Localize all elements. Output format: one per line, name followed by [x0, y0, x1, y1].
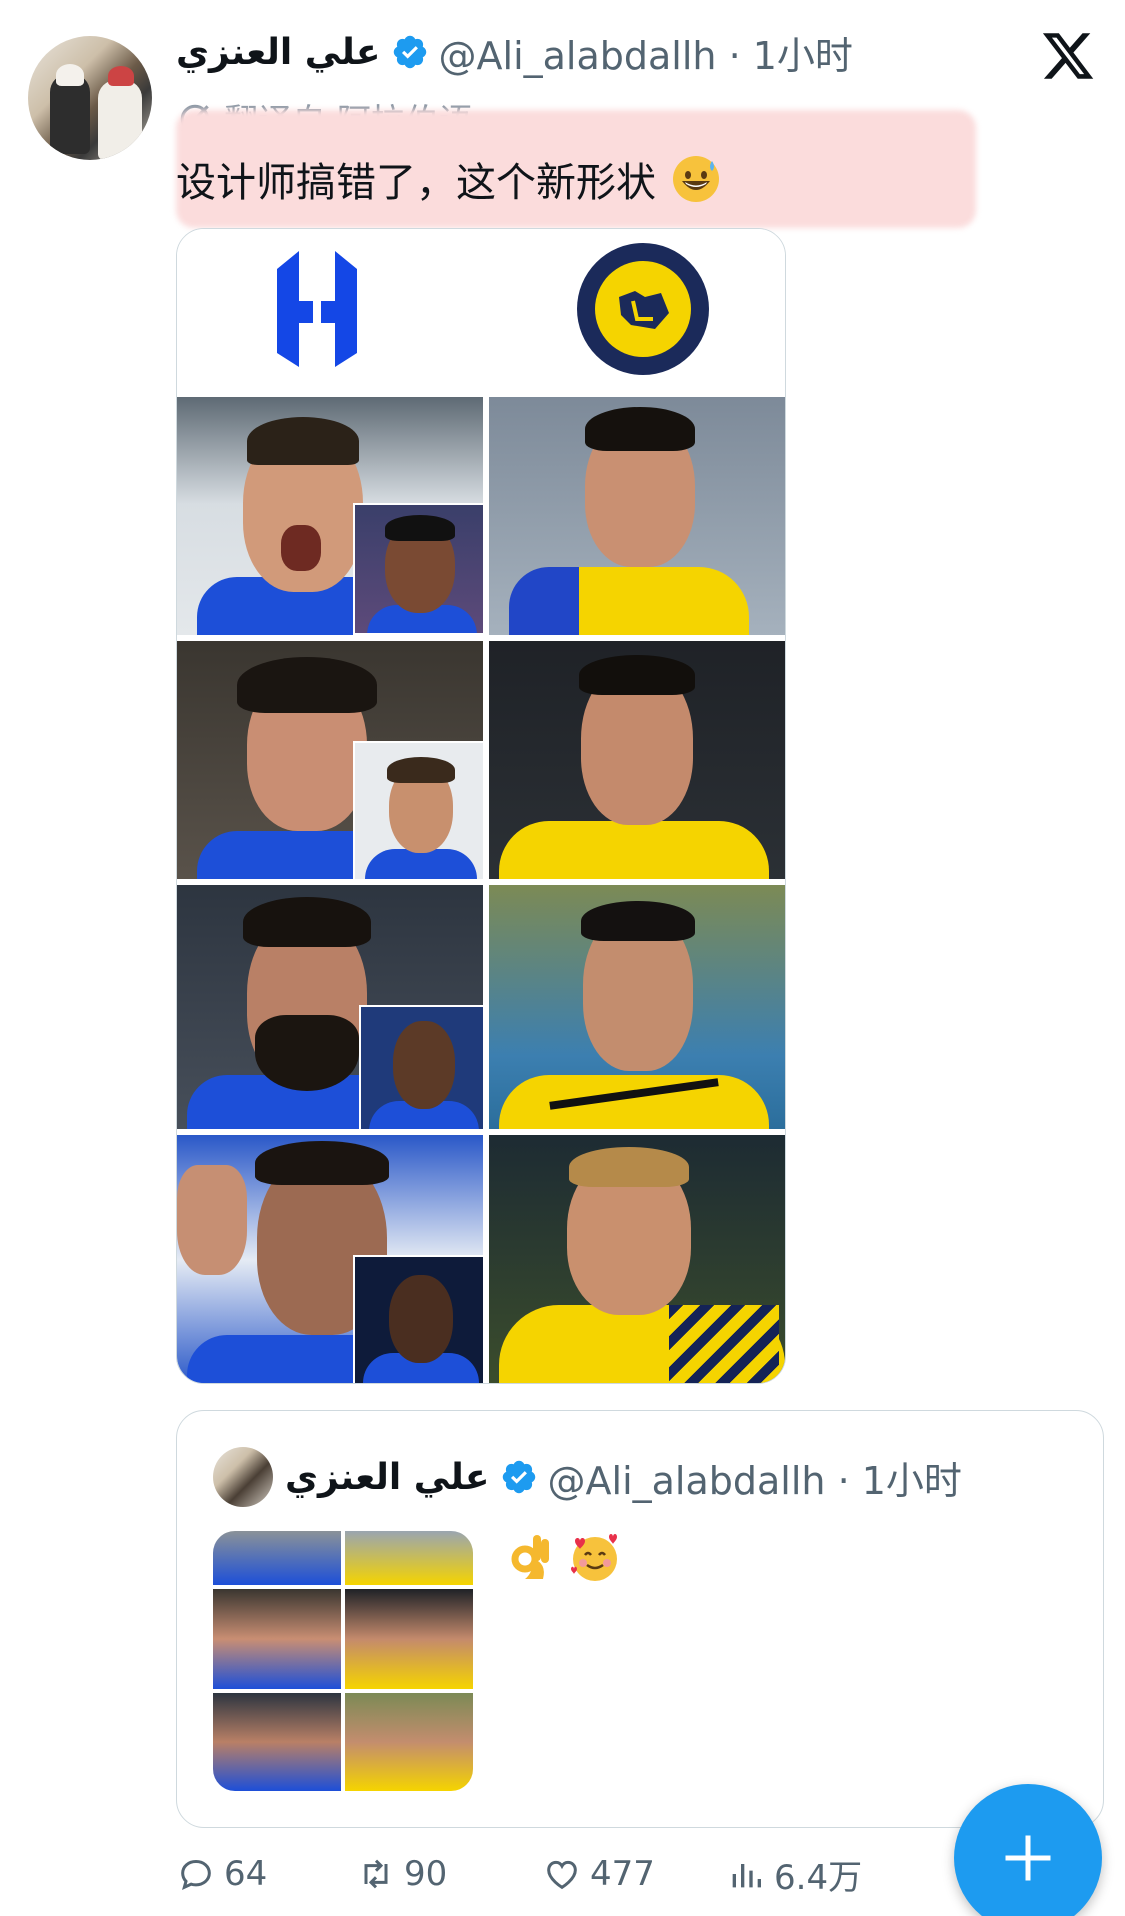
quoted-author-avatar[interactable]	[213, 1447, 273, 1507]
author-avatar[interactable]	[28, 36, 152, 160]
avatar-figure	[98, 80, 142, 160]
al-hilal-logo	[277, 251, 357, 367]
thumb-ronaldo	[345, 1531, 473, 1585]
repost-count: 90	[404, 1854, 448, 1894]
post-media-image[interactable]	[176, 228, 786, 1384]
heart-icon	[547, 1860, 577, 1890]
hilal-player-inset	[353, 1255, 485, 1383]
author-display-name[interactable]: علي العنزي	[176, 32, 381, 73]
quoted-post-emojis	[503, 1529, 623, 1585]
smiling-face-with-hearts-emoji-icon	[571, 1534, 617, 1581]
verified-badge-icon	[502, 1460, 535, 1494]
views-button[interactable]: 6.4万	[726, 1850, 862, 1899]
thumb-hilal-player	[213, 1531, 341, 1585]
post-text-content: 设计师搞错了，这个新形状	[176, 160, 656, 206]
grinning-sweat-emoji-icon	[673, 156, 719, 202]
ronaldo-photo	[489, 885, 785, 1129]
view-count: 6.4万	[774, 1857, 863, 1898]
plus-icon	[1005, 1835, 1051, 1881]
repost-button[interactable]: 90	[356, 1854, 447, 1894]
al-nassr-logo	[577, 243, 709, 375]
hilal-player-inset	[353, 741, 485, 881]
avatar-figure	[50, 74, 90, 154]
x-logo-icon[interactable]	[1040, 28, 1096, 84]
thumb-hilal-player	[213, 1693, 341, 1791]
quoted-author-handle-time[interactable]: @Ali_alabdallh · 1小时	[548, 1450, 962, 1505]
quoted-post-card[interactable]: علي العنزي @Ali_alabdallh · 1小时	[176, 1410, 1104, 1828]
ronaldo-photo	[489, 1135, 785, 1383]
hilal-player-inset	[359, 1005, 485, 1131]
reply-button[interactable]: 64	[176, 1854, 267, 1894]
post-text: 设计师搞错了，这个新形状	[176, 150, 722, 208]
like-count: 477	[590, 1854, 655, 1894]
avatar-figure-head	[56, 64, 84, 86]
quoted-author-display-name[interactable]: علي العنزي	[285, 1457, 490, 1498]
thumb-ronaldo	[345, 1589, 473, 1689]
like-button[interactable]: 477	[542, 1854, 655, 1894]
ok-hand-emoji-icon	[511, 1535, 549, 1579]
quoted-post-media-thumbnail[interactable]	[213, 1531, 473, 1791]
views-icon	[732, 1864, 761, 1888]
repost-icon	[364, 1859, 388, 1889]
reply-icon	[181, 1859, 211, 1891]
verified-badge-icon	[393, 35, 426, 69]
avatar-figure-head	[108, 66, 134, 86]
ronaldo-photo	[489, 641, 785, 879]
thumb-hilal-player	[213, 1589, 341, 1689]
author-handle-time[interactable]: @Ali_alabdallh · 1小时	[439, 25, 853, 80]
post-header: علي العنزي @Ali_alabdallh · 1小时	[176, 24, 853, 80]
quoted-post-header: علي العنزي @Ali_alabdallh · 1小时	[285, 1447, 962, 1507]
reply-count: 64	[224, 1854, 268, 1894]
hilal-player-inset	[353, 503, 485, 635]
thumb-ronaldo	[345, 1693, 473, 1791]
ronaldo-photo	[489, 397, 785, 635]
post-action-bar: 64 90 477 6.4万	[176, 1846, 976, 1902]
club-logos-row	[177, 229, 785, 397]
